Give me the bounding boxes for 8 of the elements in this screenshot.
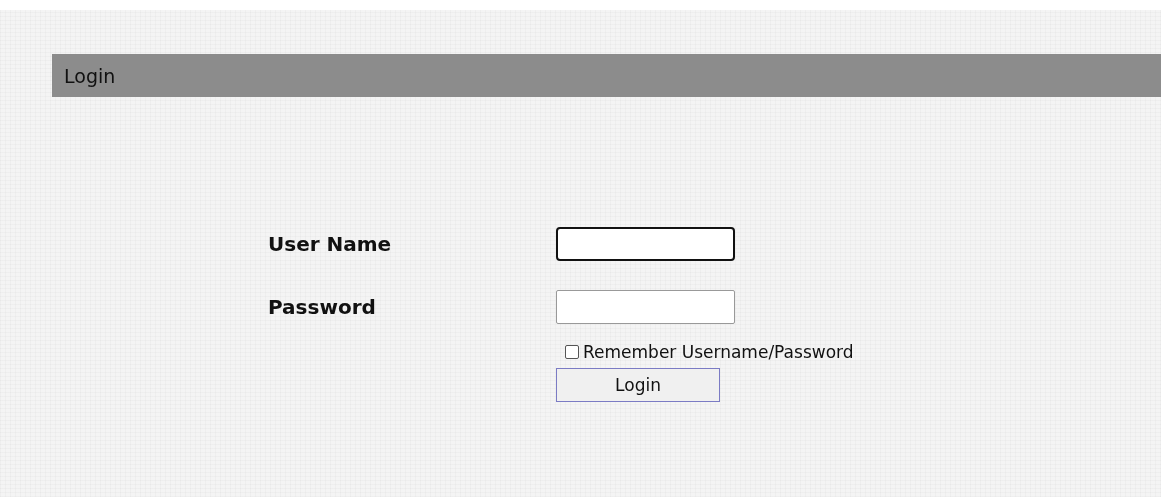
checkbox[interactable]: [565, 345, 579, 359]
input-field[interactable]: [556, 290, 735, 324]
login-button[interactable]: Login: [556, 368, 720, 402]
field-label: User Name: [268, 232, 393, 256]
checkbox-label[interactable]: Remember Username/Password: [583, 342, 854, 362]
input-field[interactable]: [556, 227, 735, 261]
page-title: Login: [64, 64, 116, 87]
field-label: Password: [268, 295, 377, 319]
